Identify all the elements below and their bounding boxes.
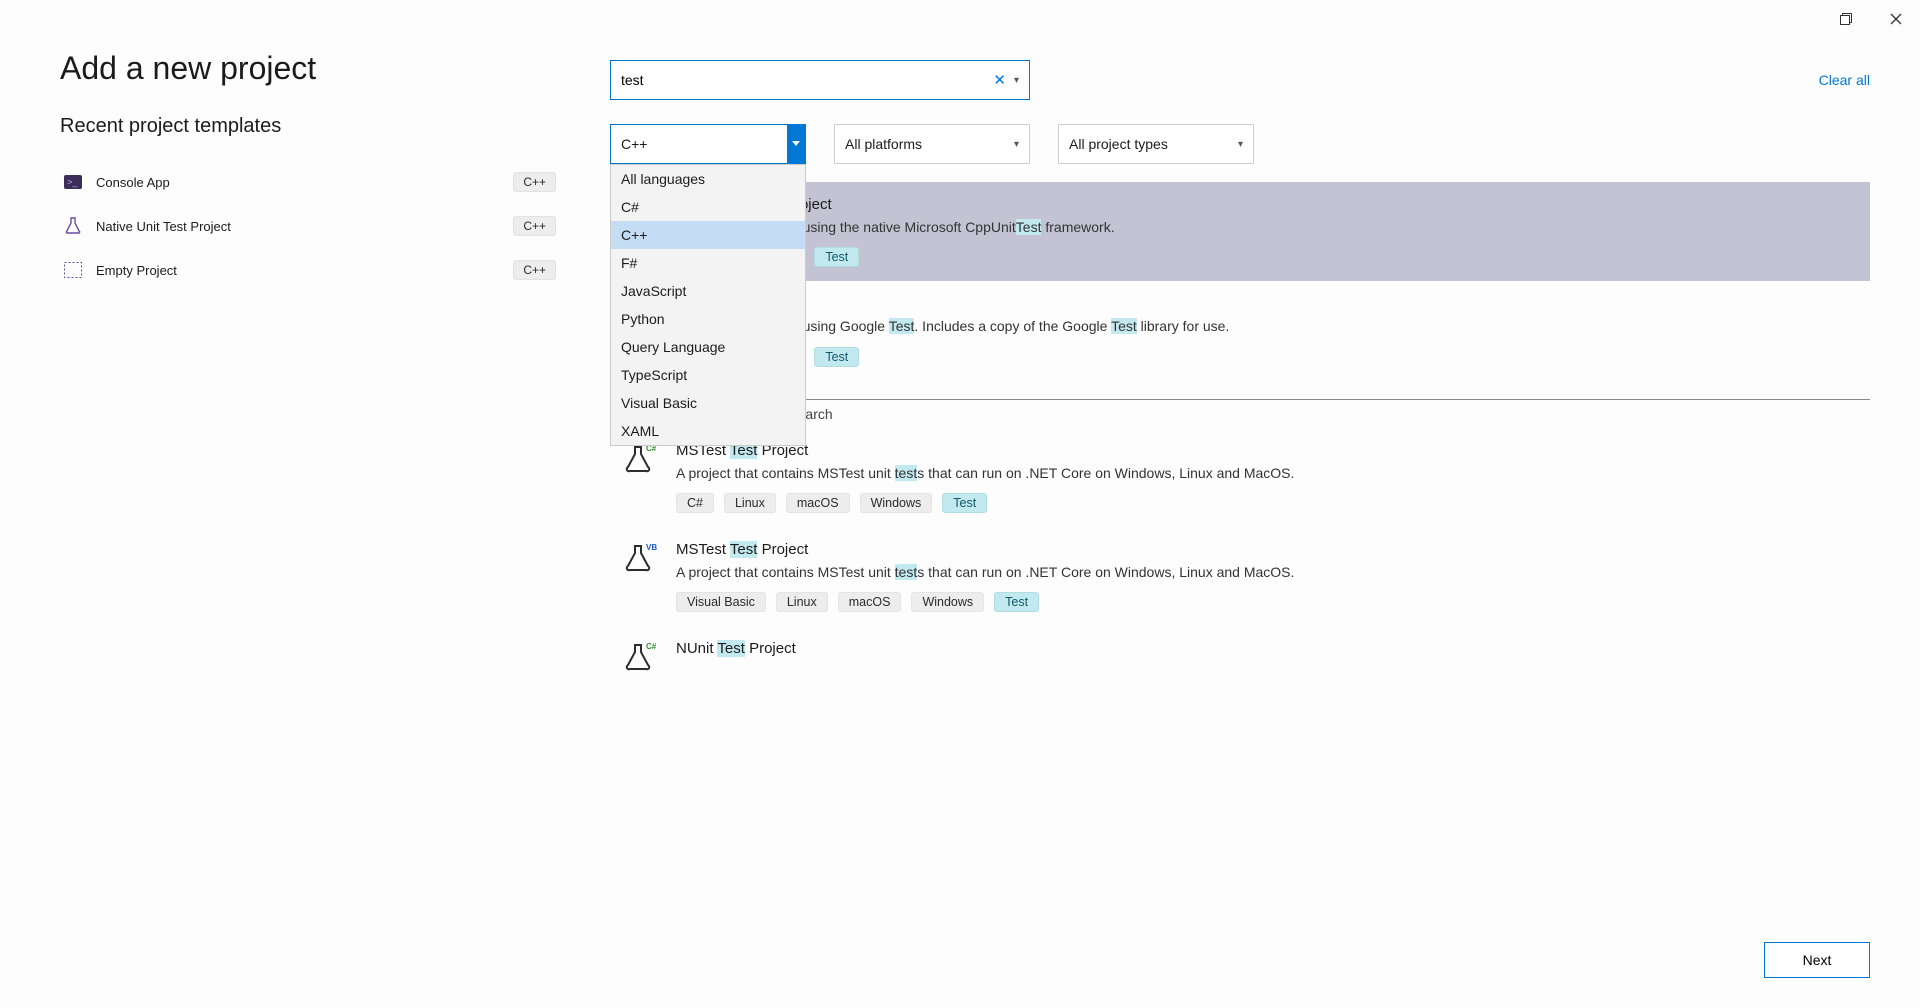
language-dropdown-button[interactable] [787, 125, 805, 163]
template-tags: C++ Windows Test [676, 247, 1860, 267]
template-description: Write C++ unit tests using the native Mi… [676, 217, 1860, 237]
recent-template-label: Native Unit Test Project [96, 219, 231, 234]
template-title: NUnit Test Project [676, 640, 1860, 657]
language-option[interactable]: C# [611, 193, 805, 221]
tag-chip: Windows [860, 493, 933, 513]
recent-template-label: Empty Project [96, 263, 177, 278]
language-option[interactable]: C++ [611, 221, 805, 249]
template-tags: C# Linux macOS Windows Test [676, 493, 1860, 513]
template-title: Native Unit Test Project [676, 196, 1860, 213]
recent-template-tag: C++ [513, 172, 556, 192]
language-filter[interactable]: C++ All languages C# C++ F# JavaScript P… [610, 124, 806, 164]
tag-chip: Test [994, 592, 1039, 612]
template-tags: Visual Basic Linux macOS Windows Test [676, 592, 1860, 612]
language-option[interactable]: Visual Basic [611, 389, 805, 417]
platform-filter-value: All platforms [845, 136, 922, 152]
template-description: Write C++ unit tests using Google Test. … [676, 316, 1860, 336]
language-option[interactable]: Query Language [611, 333, 805, 361]
recent-template-label: Console App [96, 175, 170, 190]
tag-chip: macOS [838, 592, 902, 612]
flask-icon [64, 217, 82, 235]
language-filter-value: C++ [621, 136, 647, 152]
language-option[interactable]: F# [611, 249, 805, 277]
recent-template-item[interactable]: Native Unit Test Project C++ [60, 204, 560, 248]
recent-template-item[interactable]: Empty Project C++ [60, 248, 560, 292]
template-title: MSTest Test Project [676, 442, 1860, 459]
tag-chip: Test [814, 247, 859, 267]
chevron-down-icon [792, 141, 800, 147]
project-type-filter-value: All project types [1069, 136, 1168, 152]
tag-chip: C# [676, 493, 714, 513]
template-description: A project that contains MSTest unit test… [676, 562, 1860, 582]
flask-vb-icon: VB [624, 541, 658, 575]
template-title: MSTest Test Project [676, 541, 1860, 558]
empty-project-icon [64, 261, 82, 279]
close-window-button[interactable] [1882, 6, 1910, 32]
tag-chip: Linux [724, 493, 776, 513]
template-description: A project that contains MSTest unit test… [676, 463, 1860, 483]
project-type-filter[interactable]: All project types ▾ [1058, 124, 1254, 164]
maximize-button[interactable] [1832, 6, 1860, 32]
chevron-down-icon: ▾ [1238, 139, 1243, 150]
search-input[interactable] [621, 72, 985, 88]
tag-chip: Test [942, 493, 987, 513]
language-option[interactable]: Python [611, 305, 805, 333]
language-option[interactable]: XAML [611, 417, 805, 445]
tag-chip: Test [814, 347, 859, 367]
tag-chip: Visual Basic [676, 592, 766, 612]
recent-templates-heading: Recent project templates [60, 115, 600, 138]
search-box[interactable]: ✕ ▾ [610, 60, 1030, 100]
tag-chip: macOS [786, 493, 850, 513]
recent-template-tag: C++ [513, 216, 556, 236]
maximize-icon [1840, 13, 1852, 25]
tag-chip: Windows [911, 592, 984, 612]
tag-chip: Linux [776, 592, 828, 612]
flask-csharp-icon: C# [624, 640, 658, 674]
recent-template-tag: C++ [513, 260, 556, 280]
language-option[interactable]: All languages [611, 165, 805, 193]
language-option[interactable]: JavaScript [611, 277, 805, 305]
page-title: Add a new project [60, 50, 600, 87]
recent-template-item[interactable]: >_ Console App C++ [60, 160, 560, 204]
svg-text:VB: VB [646, 543, 657, 552]
chevron-down-icon: ▾ [1014, 139, 1019, 150]
template-result[interactable]: VB MSTest Test Project A project that co… [610, 527, 1870, 626]
next-button[interactable]: Next [1764, 942, 1870, 978]
console-icon: >_ [64, 173, 82, 191]
platform-filter[interactable]: All platforms ▾ [834, 124, 1030, 164]
svg-text:C#: C# [646, 642, 657, 651]
language-dropdown: All languages C# C++ F# JavaScript Pytho… [610, 164, 806, 446]
close-icon [1890, 13, 1902, 25]
search-options-caret[interactable]: ▾ [1014, 75, 1019, 86]
template-result[interactable]: C# NUnit Test Project [610, 626, 1870, 674]
svg-text:>_: >_ [67, 177, 78, 187]
clear-all-link[interactable]: Clear all [1819, 72, 1870, 88]
template-tags: C++ Windows Test [676, 347, 1860, 367]
language-option[interactable]: TypeScript [611, 361, 805, 389]
flask-csharp-icon: C# [624, 442, 658, 476]
template-title: Google Test [676, 295, 1860, 312]
clear-search-button[interactable]: ✕ [993, 71, 1006, 89]
